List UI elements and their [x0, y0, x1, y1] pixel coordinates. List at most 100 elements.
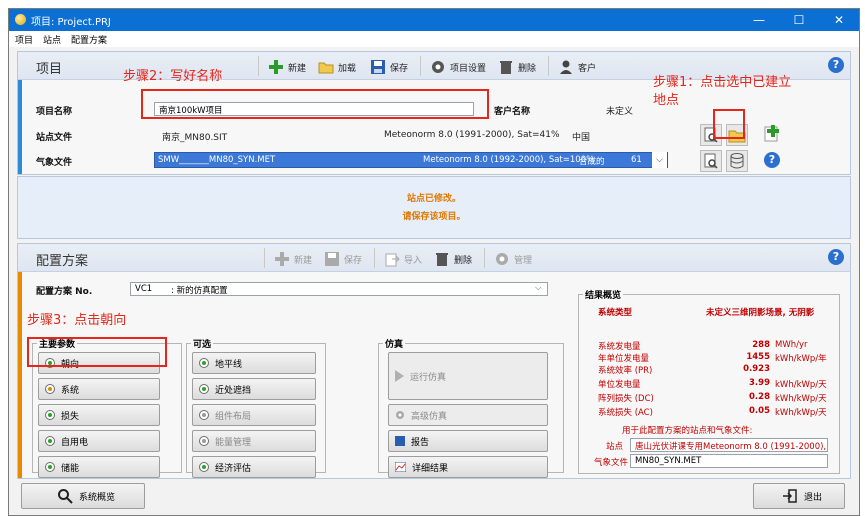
result-unit: kWh/kWp/年	[775, 354, 827, 364]
gear-icon	[395, 410, 405, 420]
chart-icon	[394, 461, 407, 473]
status-green-icon	[45, 436, 55, 446]
close-button[interactable]: ✕	[819, 9, 859, 31]
result-unit: kWh/kWp/天	[775, 380, 827, 390]
result-label: 系统发电量	[598, 342, 641, 352]
meteo-help-button[interactable]: ?	[762, 150, 784, 172]
losses-button[interactable]: 损失	[38, 404, 160, 426]
optional-title: 可选	[191, 337, 214, 350]
meteo-database-button[interactable]	[726, 150, 748, 172]
near-shadings-button[interactable]: 近处遮挡	[192, 378, 316, 400]
client-name-value: 未定义	[606, 107, 634, 117]
result-label: 系统损失 (AC)	[598, 408, 653, 418]
user-icon	[558, 59, 574, 75]
site-file-value: 南京_MN80.SIT	[162, 133, 228, 143]
horizon-button[interactable]: 地平线	[192, 352, 316, 374]
meteo-file-select[interactable]: SMW_______MN80_SYN.MET Meteonorm 8.0 (19…	[154, 152, 668, 168]
message-line-1: 站点已修改。	[406, 194, 461, 204]
site-new-button[interactable]	[762, 124, 784, 146]
variant-delete-button[interactable]: 删除	[434, 249, 472, 269]
module-layout-button[interactable]: 组件布局	[192, 404, 316, 426]
variant-section-title: 配置方案	[36, 254, 89, 269]
variant-save-button[interactable]: 保存	[324, 249, 362, 269]
client-name-label: 客户名称	[494, 107, 531, 117]
annotation-box-site	[713, 109, 745, 139]
status-green-icon	[199, 462, 209, 472]
message-line-2: 请保存该项目。	[402, 212, 466, 222]
variant-import-button[interactable]: 导入	[384, 249, 422, 269]
result-value: 0.923	[743, 364, 770, 374]
project-delete-label: 删除	[518, 63, 537, 74]
results-site-field: 唐山光伏讲课专用Meteonorm 8.0 (1991-2000), Sat	[630, 438, 828, 452]
annotation-step1-line2: 地点	[653, 93, 680, 108]
results-meteo-field: MN80_SYN.MET	[630, 454, 828, 468]
project-client-label: 客户	[578, 63, 597, 74]
gear-icon	[430, 59, 446, 75]
system-type-value: 未定义三维阴影场景, 无阴影	[706, 308, 815, 318]
variant-new-button[interactable]: 新建	[274, 249, 312, 269]
project-window: 项目: Project.PRJ — ☐ ✕ 项目 站点 配置方案 项目 新建 加…	[8, 8, 860, 516]
variant-new-label: 新建	[294, 255, 313, 266]
status-orange-icon	[45, 384, 55, 394]
system-button[interactable]: 系统	[38, 378, 160, 400]
database-icon	[730, 153, 744, 169]
menu-variant[interactable]: 配置方案	[71, 33, 107, 46]
minimize-button[interactable]: —	[739, 9, 779, 31]
magnifier-icon	[704, 153, 718, 169]
site-country: 中国	[572, 133, 591, 143]
energy-management-button[interactable]: 能量管理	[192, 430, 316, 452]
meteo-type: 合成的	[579, 157, 605, 167]
report-button[interactable]: 报告	[388, 430, 548, 452]
storage-button[interactable]: 储能	[38, 456, 160, 478]
run-simulation-button[interactable]: 运行仿真	[388, 352, 548, 400]
plus-page-icon	[764, 125, 779, 142]
meteo-source: Meteonorm 8.0 (1992-2000), Sat=100%	[423, 155, 595, 165]
report-label: 报告	[411, 437, 430, 448]
detailed-results-button[interactable]: 详细结果	[388, 456, 548, 478]
play-icon	[395, 370, 404, 382]
economic-evaluation-button[interactable]: 经济评估	[192, 456, 316, 478]
project-load-button[interactable]: 加载	[318, 57, 356, 77]
results-site-label: 站点	[606, 442, 624, 452]
gear-icon	[494, 251, 510, 267]
project-new-button[interactable]: 新建	[268, 57, 306, 77]
losses-label: 损失	[61, 411, 80, 422]
help-icon[interactable]: ?	[828, 57, 844, 73]
project-save-label: 保存	[390, 63, 409, 74]
menu-site[interactable]: 站点	[43, 33, 61, 46]
result-value: 0.05	[749, 406, 770, 416]
results-title: 结果概览	[583, 288, 624, 301]
result-label: 系统效率 (PR)	[598, 366, 653, 376]
near-shadings-label: 近处遮挡	[215, 385, 252, 396]
save-icon	[370, 59, 386, 75]
status-gray-icon	[199, 410, 209, 420]
app-icon	[15, 14, 26, 25]
result-value: 288	[752, 340, 770, 350]
project-section-title: 项目	[36, 62, 63, 77]
system-overview-button[interactable]: 系统概览	[21, 483, 145, 509]
trash-icon	[498, 59, 514, 75]
project-save-button[interactable]: 保存	[370, 57, 408, 77]
maximize-button[interactable]: ☐	[779, 9, 819, 31]
annotation-step2: 步骤2：写好名称	[123, 69, 223, 84]
project-settings-button[interactable]: 项目设置	[430, 57, 486, 77]
plus-icon	[268, 59, 284, 75]
help-icon[interactable]: ?	[828, 249, 844, 265]
self-consumption-button[interactable]: 自用电	[38, 430, 160, 452]
meteo-view-button[interactable]	[700, 150, 722, 172]
variant-manage-label: 管理	[514, 255, 533, 266]
variant-select[interactable]: VC1 : 新的仿真配置 ⌵	[130, 282, 548, 296]
horizon-label: 地平线	[215, 359, 243, 370]
project-delete-button[interactable]: 删除	[498, 57, 536, 77]
meteo-file-label: 气象文件	[36, 158, 73, 168]
exit-button[interactable]: 退出	[753, 483, 845, 509]
project-client-button[interactable]: 客户	[558, 57, 596, 77]
module-layout-label: 组件布局	[215, 411, 252, 422]
meteo-file-value: SMW_______MN80_SYN.MET	[158, 155, 276, 165]
project-settings-label: 项目设置	[450, 63, 487, 74]
menu-project[interactable]: 项目	[15, 33, 33, 46]
variant-manage-button[interactable]: 管理	[494, 249, 532, 269]
result-label: 单位发电量	[598, 380, 641, 390]
advanced-simulation-button[interactable]: 高级仿真	[388, 404, 548, 426]
report-icon	[395, 436, 405, 446]
